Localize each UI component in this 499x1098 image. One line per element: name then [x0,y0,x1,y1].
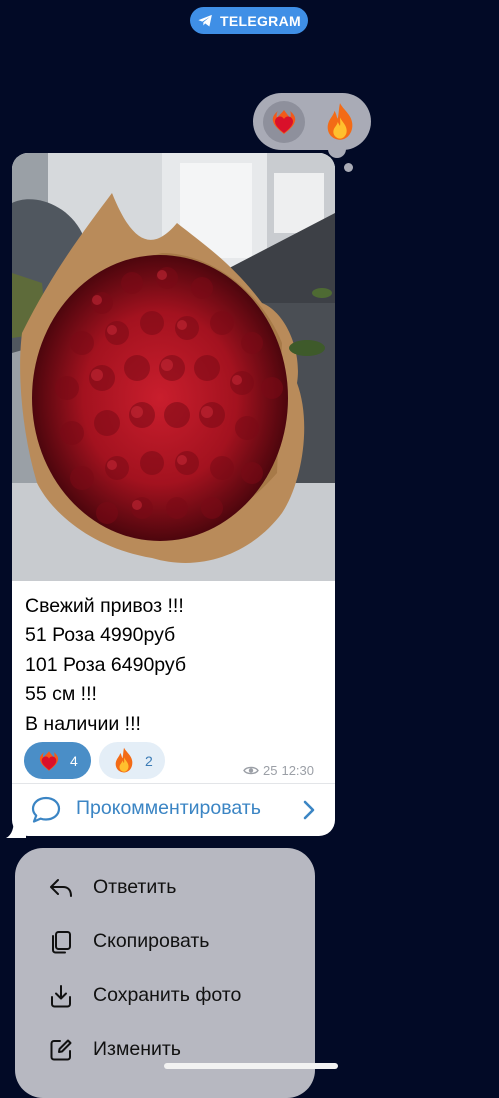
fire-reaction-option[interactable] [318,100,362,144]
chevron-right-icon [303,800,315,820]
views-count: 25 [263,763,278,778]
caption-line: 51 Роза 4990руб [25,624,176,647]
edit-icon [50,1039,72,1061]
post-time: 12:30 [281,763,315,778]
app-name: TELEGRAM [220,12,301,29]
heart-on-fire-icon [34,746,64,776]
reaction-count: 2 [145,752,153,769]
menu-item-reply[interactable]: Ответить [15,865,315,909]
caption-line: 55 см !!! [25,683,97,706]
comment-label: Прокомментировать [76,797,261,819]
reaction-picker-tail-dot [344,163,353,172]
telegram-badge: TELEGRAM [190,7,308,34]
copy-icon [52,931,71,954]
telegram-logo-icon [198,14,212,27]
reaction-count: 4 [70,752,78,769]
download-icon [51,985,71,1008]
fire-icon [327,103,353,140]
message-context-menu: Ответить Скопировать Сохранить фото Изме… [15,848,315,1098]
menu-item-label: Скопировать [93,930,210,952]
home-indicator[interactable] [164,1063,338,1069]
caption-line: В наличии !!! [25,712,141,735]
post-caption: Свежий привоз !!! 51 Роза 4990руб 101 Ро… [25,592,325,739]
heart-on-fire-icon [272,110,296,134]
reaction-chip-heart-on-fire[interactable]: 4 [24,742,91,779]
channel-post-bubble[interactable]: Свежий привоз !!! 51 Роза 4990руб 101 Ро… [12,153,335,836]
reaction-chip-fire[interactable]: 2 [99,742,165,779]
menu-item-label: Сохранить фото [93,984,242,1006]
post-meta: 25 12:30 [243,763,314,778]
views-eye-icon [243,766,259,775]
menu-item-label: Изменить [93,1038,181,1060]
reply-icon [50,879,72,897]
caption-line: Свежий привоз !!! [25,595,184,617]
menu-item-save-photo[interactable]: Сохранить фото [15,973,315,1017]
menu-item-copy[interactable]: Скопировать [15,919,315,963]
fire-icon [109,746,139,776]
menu-item-label: Ответить [93,876,177,898]
post-photo-roses-bouquet[interactable] [12,153,335,581]
heart-on-fire-reaction-option[interactable] [263,101,305,143]
comment-button[interactable]: Прокомментировать [12,784,335,836]
caption-line: 101 Роза 6490руб [25,653,187,676]
comment-bubble-icon [31,796,61,823]
